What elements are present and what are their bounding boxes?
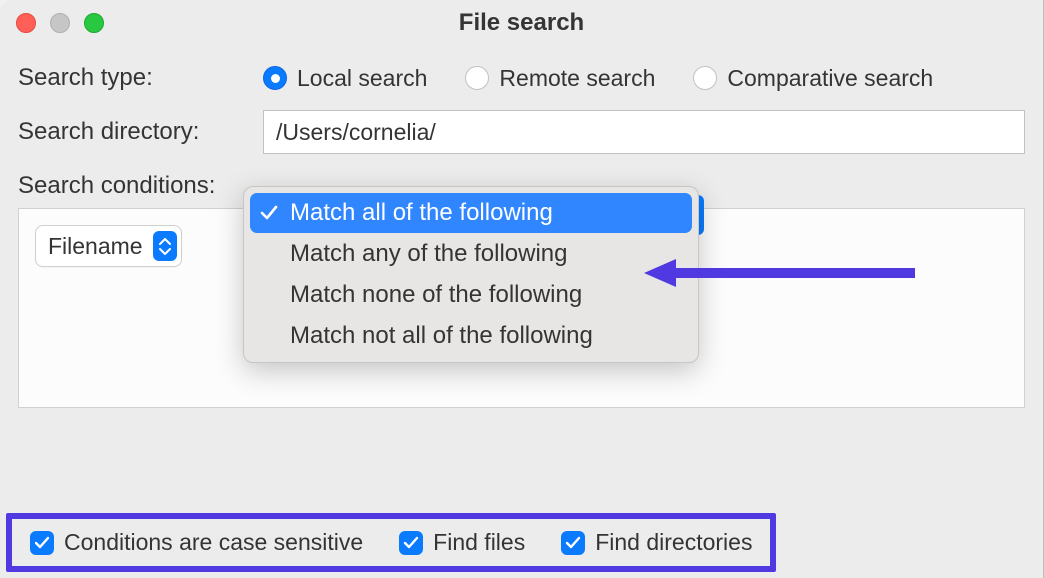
- checkbox-case-sensitive[interactable]: Conditions are case sensitive: [30, 529, 363, 556]
- checkbox-label: Find files: [433, 529, 525, 556]
- radio-indicator-icon: [693, 66, 717, 90]
- radio-indicator-icon: [465, 66, 489, 90]
- dropdown-item-match-none[interactable]: ✓ Match none of the following: [244, 274, 698, 315]
- checkbox-label: Conditions are case sensitive: [64, 529, 363, 556]
- radio-label: Remote search: [499, 65, 655, 92]
- dropdown-item-match-any[interactable]: ✓ Match any of the following: [244, 233, 698, 274]
- search-type-radios: Local search Remote search Comparative s…: [263, 65, 933, 92]
- dropdown-item-label: Match not all of the following: [290, 322, 593, 350]
- bottom-options-annotation-box: Conditions are case sensitive Find files…: [6, 513, 776, 572]
- window-title: File search: [0, 9, 1043, 37]
- radio-local-search[interactable]: Local search: [263, 65, 427, 92]
- checkbox-checked-icon: [30, 531, 54, 555]
- dropdown-item-label: Match any of the following: [290, 240, 568, 268]
- checkbox-checked-icon: [561, 531, 585, 555]
- checkbox-find-files[interactable]: Find files: [399, 529, 525, 556]
- titlebar: File search: [0, 0, 1043, 46]
- row-search-type: Search type: Local search Remote search …: [18, 64, 1025, 92]
- dropdown-item-label: Match all of the following: [290, 199, 553, 227]
- dropdown-item-match-all[interactable]: Match all of the following: [250, 193, 692, 233]
- radio-comparative-search[interactable]: Comparative search: [693, 65, 933, 92]
- checkbox-find-directories[interactable]: Find directories: [561, 529, 752, 556]
- radio-remote-search[interactable]: Remote search: [465, 65, 655, 92]
- file-search-window: File search Search type: Local search Re…: [0, 0, 1044, 578]
- dropdown-item-match-not-all[interactable]: ✓ Match not all of the following: [244, 315, 698, 356]
- match-conditions-dropdown[interactable]: Match all of the following ✓ Match any o…: [243, 186, 699, 363]
- radio-label: Local search: [297, 65, 427, 92]
- radio-label: Comparative search: [727, 65, 933, 92]
- chevron-up-down-icon: [153, 231, 177, 261]
- dropdown-item-label: Match none of the following: [290, 281, 582, 309]
- row-search-directory: Search directory:: [18, 110, 1025, 154]
- label-search-conditions: Search conditions:: [18, 172, 263, 200]
- filter-field-select[interactable]: Filename: [35, 225, 182, 267]
- checkmark-icon: [258, 204, 280, 222]
- checkbox-label: Find directories: [595, 529, 752, 556]
- radio-indicator-icon: [263, 66, 287, 90]
- checkbox-checked-icon: [399, 531, 423, 555]
- label-search-directory: Search directory:: [18, 118, 263, 146]
- search-directory-input[interactable]: [263, 110, 1025, 154]
- filter-field-label: Filename: [48, 233, 143, 260]
- label-search-type: Search type:: [18, 64, 263, 92]
